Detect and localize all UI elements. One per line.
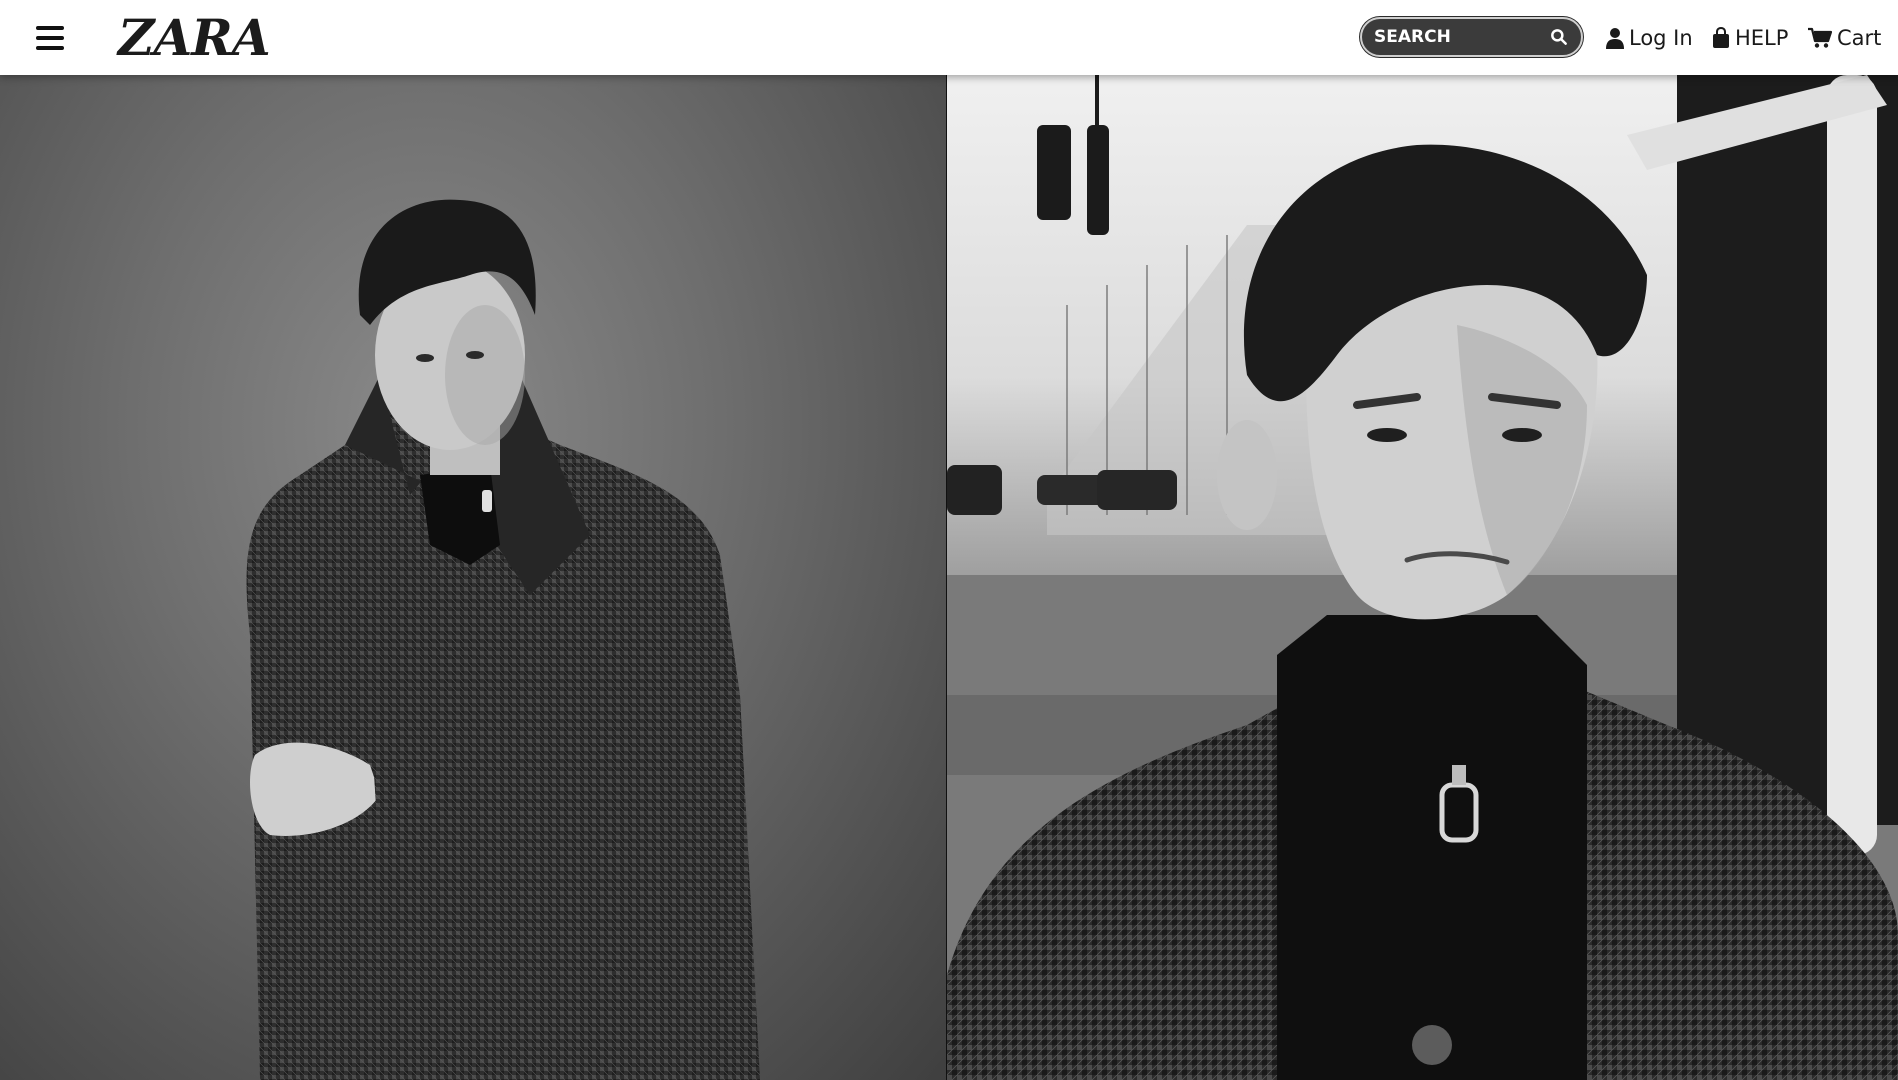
help-link[interactable]: HELP — [1712, 22, 1788, 54]
login-link[interactable]: Log In — [1606, 22, 1693, 54]
hero-image-left[interactable] — [0, 75, 947, 1080]
model-seated-illustration — [246, 199, 760, 1080]
hamburger-menu-icon[interactable] — [30, 20, 70, 56]
search-input[interactable] — [1374, 27, 1544, 47]
cart-link[interactable]: Cart — [1808, 22, 1881, 54]
login-label: Log In — [1629, 26, 1693, 50]
help-label: HELP — [1735, 26, 1789, 50]
hero-image-right[interactable] — [947, 75, 1898, 1080]
shopping-bag-icon — [1713, 27, 1729, 48]
model-street-illustration — [947, 75, 1898, 1080]
search-icon[interactable] — [1549, 27, 1569, 47]
user-icon — [1606, 28, 1624, 49]
site-header: ZARA Log In HELP Cart — [0, 0, 1898, 75]
hero-gallery — [0, 75, 1898, 1080]
search-box[interactable] — [1360, 17, 1583, 57]
zara-logo[interactable]: ZARA — [118, 8, 271, 68]
shopping-cart-icon — [1808, 27, 1832, 48]
cart-label: Cart — [1837, 26, 1882, 50]
